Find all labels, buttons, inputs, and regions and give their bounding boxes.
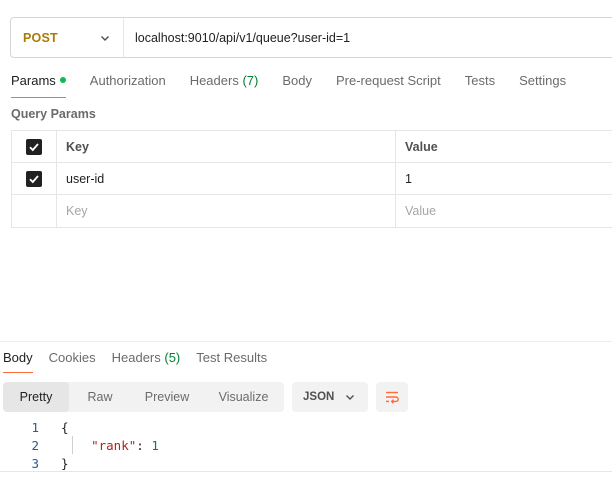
wrap-lines-button[interactable]	[376, 382, 408, 412]
tab-headers-label: Headers	[189, 73, 239, 88]
code-text: {	[61, 419, 69, 435]
view-pretty-button[interactable]: Pretty	[3, 382, 69, 412]
json-separator: :	[136, 437, 152, 453]
chevron-down-icon	[101, 35, 109, 41]
format-select[interactable]: JSON	[292, 382, 368, 412]
response-divider	[0, 341, 612, 342]
format-label: JSON	[303, 391, 335, 403]
params-status-dot	[59, 77, 66, 83]
tab-tests[interactable]: Tests	[465, 73, 495, 97]
view-mode-group: Pretty Raw Preview Visualize	[3, 382, 284, 412]
tab-tests-label: Tests	[464, 73, 496, 88]
code-text: }	[61, 455, 69, 471]
resp-tab-cookies-label: Cookies	[48, 350, 96, 365]
line-number: 3	[31, 455, 39, 471]
json-value: 1	[151, 437, 159, 453]
check-icon	[29, 142, 39, 151]
param-value-cell[interactable]: 1	[396, 163, 612, 194]
tab-params[interactable]: Params	[11, 73, 66, 98]
code-line: 3 }	[0, 454, 612, 472]
select-all-checkbox[interactable]	[26, 138, 42, 155]
indent-guide	[72, 436, 73, 454]
resp-tab-headers-count: (5)	[164, 350, 181, 365]
url-bar: POST	[10, 17, 612, 58]
resp-tab-body-label: Body	[3, 350, 33, 365]
wrap-lines-icon	[386, 391, 399, 404]
request-tabs: Params Authorization Headers (7) Body Pr…	[11, 73, 590, 98]
tab-pre-request-script[interactable]: Pre-request Script	[336, 73, 441, 97]
json-key: "rank"	[91, 437, 137, 453]
view-preview-button[interactable]: Preview	[131, 382, 203, 412]
row-checkbox[interactable]	[26, 170, 42, 187]
params-header-row: Key Value	[12, 131, 612, 163]
resp-tab-headers[interactable]: Headers (5)	[112, 350, 181, 373]
tab-settings[interactable]: Settings	[519, 73, 566, 97]
tab-headers-count: (7)	[242, 73, 259, 88]
tab-settings-label: Settings	[519, 73, 567, 88]
param-key-cell[interactable]: user-id	[57, 163, 396, 194]
params-table: Key Value user-id 1 Key Value	[11, 130, 612, 228]
response-code-view: 1 { 2 "rank": 1 3 }	[0, 418, 612, 472]
new-param-row: Key Value	[12, 195, 612, 227]
new-row-check-cell	[12, 195, 57, 227]
tab-pre-request-script-label: Pre-request Script	[335, 73, 441, 88]
line-number: 2	[31, 437, 39, 453]
new-value-input[interactable]: Value	[396, 195, 612, 227]
tab-body[interactable]: Body	[282, 73, 312, 97]
table-row: user-id 1	[12, 163, 612, 195]
view-visualize-button[interactable]: Visualize	[203, 382, 284, 412]
resp-tab-body[interactable]: Body	[3, 350, 33, 373]
row-check-cell	[12, 163, 57, 194]
resp-tab-test-results-label: Test Results	[196, 350, 268, 365]
key-column-header: Key	[57, 131, 396, 162]
code-line: 2 "rank": 1	[0, 436, 612, 454]
tab-authorization-label: Authorization	[89, 73, 166, 88]
tab-authorization[interactable]: Authorization	[90, 73, 166, 97]
code-text: "rank": 1	[61, 438, 159, 453]
value-column-header: Value	[405, 139, 438, 154]
select-all-cell	[12, 131, 57, 162]
query-params-title: Query Params	[11, 107, 96, 121]
resp-tab-test-results[interactable]: Test Results	[196, 350, 267, 373]
code-line: 1 {	[0, 418, 612, 436]
resp-tab-headers-label: Headers	[111, 350, 161, 365]
tab-body-label: Body	[282, 73, 312, 88]
response-tabs: Body Cookies Headers (5) Test Results	[3, 350, 283, 374]
view-raw-button[interactable]: Raw	[69, 382, 131, 412]
code-bottom-border	[0, 471, 612, 472]
tab-params-label: Params	[11, 73, 56, 88]
chevron-down-icon	[346, 395, 354, 400]
tab-headers[interactable]: Headers (7)	[190, 73, 259, 97]
url-input[interactable]	[135, 30, 575, 45]
method-select[interactable]: POST	[11, 18, 124, 57]
resp-tab-cookies[interactable]: Cookies	[49, 350, 96, 373]
check-icon	[29, 174, 39, 183]
method-label: POST	[23, 30, 58, 45]
new-key-input[interactable]: Key	[57, 195, 396, 227]
line-number: 1	[31, 419, 39, 435]
